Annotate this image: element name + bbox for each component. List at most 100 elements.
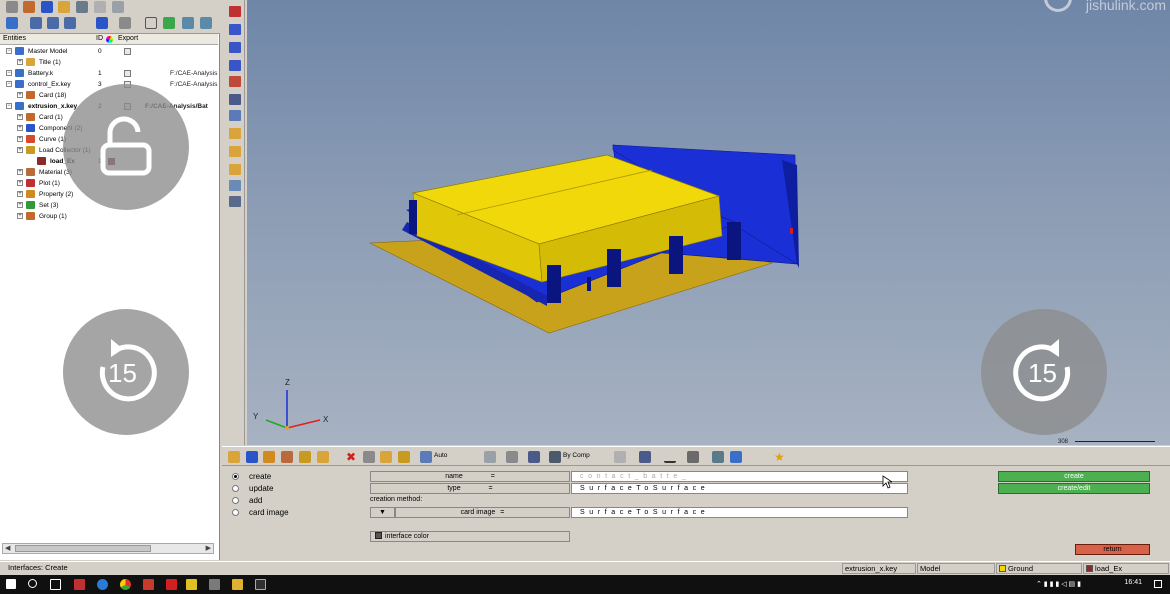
expand-toggle-icon[interactable]: + [17, 92, 23, 98]
reference-view-icon[interactable] [112, 1, 124, 13]
toolbar-icon-2[interactable] [229, 24, 241, 35]
find-icon[interactable] [380, 451, 392, 463]
create-button[interactable]: create [998, 471, 1150, 482]
forward-15-button[interactable]: 15 [981, 309, 1107, 435]
toolbar-icon-6[interactable] [229, 94, 241, 105]
horizontal-scrollbar[interactable]: ◀ ▶ [2, 543, 214, 554]
status-load-collector[interactable]: load_Ex [1083, 563, 1169, 574]
card-image-dropdown-toggle[interactable]: ▼ [370, 507, 395, 518]
interface-color-button[interactable]: interface color [370, 531, 570, 542]
isolate-icon[interactable] [163, 17, 175, 29]
radio-create-button[interactable] [232, 473, 239, 480]
surface-mode-icon[interactable] [687, 451, 699, 463]
tree-row[interactable]: − Master Model 0 [0, 46, 218, 57]
radio-card-image-button[interactable] [232, 509, 239, 516]
status-model[interactable]: Model [917, 563, 995, 574]
card-image-input[interactable]: SurfaceToSurface [571, 507, 908, 518]
scroll-right-icon[interactable]: ▶ [206, 544, 211, 552]
name-field-label[interactable]: name = [370, 471, 570, 482]
expand-toggle-icon[interactable]: − [6, 103, 12, 109]
tree-row[interactable]: + Group (1) [0, 211, 218, 222]
group-icon[interactable] [317, 451, 329, 463]
auto-dropdown[interactable]: Auto [434, 452, 447, 459]
toolbar-icon-12[interactable] [229, 196, 241, 207]
expand-toggle-icon[interactable]: − [6, 48, 12, 54]
id-column-header[interactable]: ID [96, 35, 103, 42]
expand-toggle-icon[interactable]: + [17, 147, 23, 153]
entities-column-header[interactable]: Entities [3, 35, 26, 42]
terminal-icon[interactable] [255, 579, 266, 590]
card-view-icon[interactable] [23, 1, 35, 13]
tree-row[interactable]: − Battery.k 1 F:/CAE-Analysis [0, 68, 218, 79]
toolbar-icon-10[interactable] [229, 164, 241, 175]
create-edit-button[interactable]: create/edit [998, 483, 1150, 494]
select-arrow-icon[interactable] [145, 17, 157, 29]
display-mode-icon[interactable] [96, 17, 108, 29]
favorite-star-icon[interactable]: ★ [774, 451, 786, 463]
material-icon[interactable] [281, 451, 293, 463]
type-input[interactable]: SurfaceToSurface [571, 483, 908, 494]
expand-toggle-icon[interactable]: + [17, 191, 23, 197]
expand-icon[interactable] [6, 17, 18, 29]
elements-icon[interactable] [506, 451, 518, 463]
scroll-left-icon[interactable]: ◀ [5, 544, 10, 552]
name-input[interactable]: contact_batte_ [571, 471, 908, 482]
property-icon[interactable] [263, 451, 275, 463]
radio-update-button[interactable] [232, 485, 239, 492]
expand-toggle-icon[interactable]: + [17, 114, 23, 120]
toolbar-icon-9[interactable] [229, 146, 241, 157]
notification-icon[interactable] [1154, 580, 1162, 588]
solver-view-icon[interactable] [76, 1, 88, 13]
mask-icon[interactable] [363, 451, 375, 463]
task-view-icon[interactable] [50, 579, 61, 590]
export-column-header[interactable]: Export [118, 35, 138, 42]
export-checkbox[interactable] [124, 48, 131, 55]
mesh-mode-icon[interactable] [614, 451, 626, 463]
expand-toggle-icon[interactable]: − [6, 70, 12, 76]
windows-start-icon[interactable] [6, 579, 16, 589]
mask-view-icon[interactable] [94, 1, 106, 13]
expand-toggle-icon[interactable]: + [17, 213, 23, 219]
status-include[interactable]: extrusion_x.key [842, 563, 916, 574]
show-all-icon[interactable] [182, 17, 194, 29]
type-field-label[interactable]: type = [370, 483, 570, 494]
acrobat-icon[interactable] [166, 579, 177, 590]
export-checkbox[interactable] [124, 70, 131, 77]
return-button[interactable]: return [1075, 544, 1150, 555]
cube-icon[interactable] [528, 451, 540, 463]
expand-toggle-icon[interactable]: + [17, 180, 23, 186]
monitor-icon[interactable] [730, 451, 742, 463]
hide-icon[interactable] [200, 17, 212, 29]
collapse-all-icon[interactable] [30, 17, 42, 29]
taskbar-app-2-icon[interactable] [143, 579, 154, 590]
toolbar-icon-4[interactable] [229, 60, 241, 71]
scrollbar-thumb[interactable] [15, 545, 151, 552]
component-icon[interactable] [228, 451, 240, 463]
display-options-icon[interactable] [119, 17, 131, 29]
toolbar-icon-1[interactable] [229, 6, 241, 17]
include-view-icon[interactable] [58, 1, 70, 13]
expand-toggle-icon[interactable]: + [17, 136, 23, 142]
taskbar-app-1-icon[interactable] [74, 579, 85, 590]
lock-button[interactable] [63, 84, 189, 210]
card-image-field-label[interactable]: card image = [395, 507, 570, 518]
rewind-15-button[interactable]: 15 [63, 309, 189, 435]
color-by-icon[interactable] [549, 451, 561, 463]
filter-icon[interactable] [64, 17, 76, 29]
taskbar-app-3-icon[interactable] [186, 579, 197, 590]
expand-toggle-icon[interactable]: − [6, 81, 12, 87]
info-icon[interactable] [229, 110, 241, 121]
assembly-icon[interactable] [246, 451, 258, 463]
radio-add-button[interactable] [232, 497, 239, 504]
delete-icon[interactable]: ✖ [346, 451, 358, 463]
line-mode-icon[interactable] [664, 451, 676, 463]
pivot-icon[interactable] [398, 451, 410, 463]
grid-icon[interactable] [712, 451, 724, 463]
expand-toggle-icon[interactable]: + [17, 125, 23, 131]
shading-icon[interactable] [484, 451, 496, 463]
auto-display-icon[interactable] [420, 451, 432, 463]
solid-mode-icon[interactable] [639, 451, 651, 463]
edge-icon[interactable] [97, 579, 108, 590]
toolbar-icon-8[interactable] [229, 128, 241, 139]
chrome-icon[interactable] [120, 579, 131, 590]
